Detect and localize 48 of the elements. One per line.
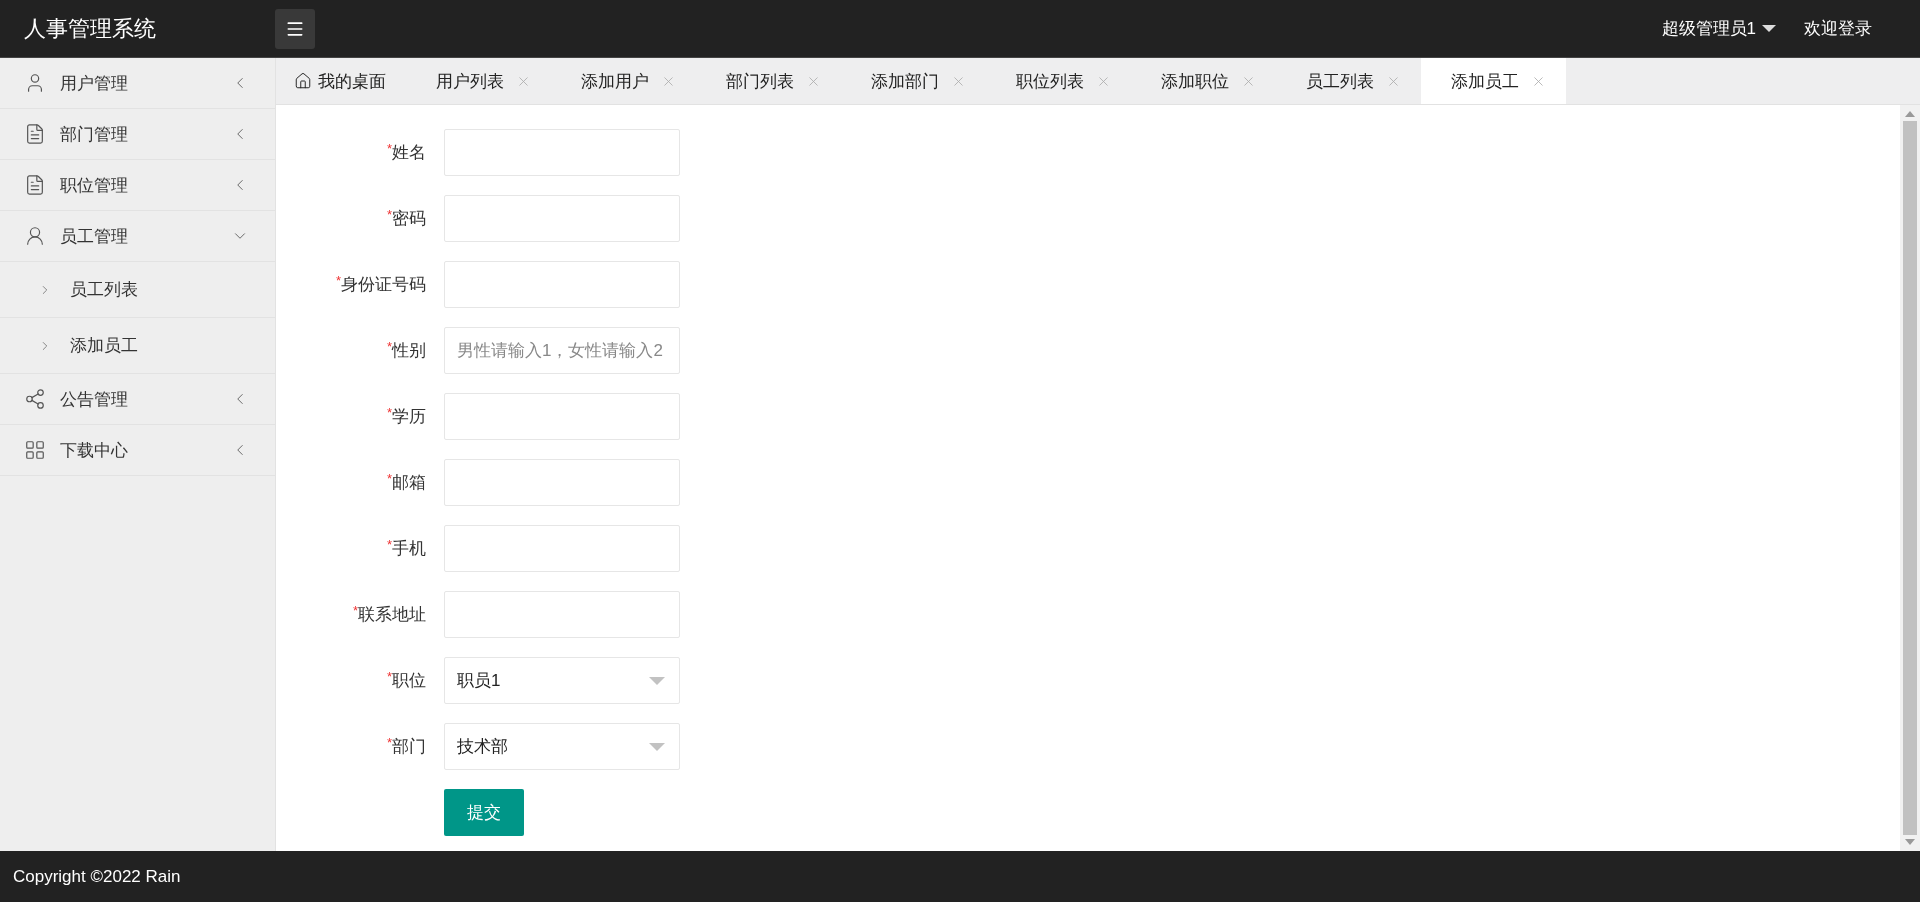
tab[interactable]: 部门列表	[696, 58, 841, 104]
sidebar-item[interactable]: 部门管理	[0, 109, 275, 160]
home-icon	[294, 72, 312, 90]
welcome-link[interactable]: 欢迎登录	[1804, 17, 1872, 40]
caret-icon	[649, 676, 665, 685]
sidebar-subitem[interactable]: 添加员工	[0, 318, 275, 374]
app-title: 人事管理系统	[24, 15, 156, 41]
footer-text: Copyright ©2022 Rain	[13, 866, 181, 887]
input-field[interactable]	[444, 525, 680, 572]
field-label: *邮箱	[385, 471, 427, 494]
input-field[interactable]: 男性请输入1，女性请输入2	[444, 327, 680, 374]
caret-icon	[649, 742, 665, 751]
tab[interactable]: 职位列表	[986, 58, 1131, 104]
menu-toggle-button[interactable]	[275, 8, 315, 49]
input-field[interactable]	[444, 261, 680, 308]
input-field[interactable]	[444, 459, 680, 506]
submit-button[interactable]: 提交	[444, 789, 524, 836]
tab[interactable]: 用户列表	[406, 58, 551, 104]
tab[interactable]: 添加部门	[841, 58, 986, 104]
sidebar-item[interactable]: 下载中心	[0, 425, 275, 476]
field-label: *姓名	[385, 141, 427, 164]
sidebar-item[interactable]: 员工管理	[0, 211, 275, 262]
sidebar-item[interactable]: 职位管理	[0, 160, 275, 211]
input-field[interactable]	[444, 195, 680, 242]
field-label: *联系地址	[351, 603, 427, 626]
field-label: *密码	[385, 207, 427, 230]
field-label: *性别	[385, 339, 427, 362]
input-field[interactable]	[444, 591, 680, 638]
tab[interactable]: 添加职位	[1131, 58, 1276, 104]
select-field[interactable]: 技术部	[444, 723, 680, 770]
sidebar-item[interactable]: 公告管理	[0, 374, 275, 425]
input-field[interactable]	[444, 129, 680, 176]
field-label: *部门	[385, 735, 427, 758]
tab[interactable]: 我的桌面	[276, 58, 406, 104]
field-label: *身份证号码	[334, 273, 427, 296]
sidebar-subitem[interactable]: 员工列表	[0, 262, 275, 318]
field-label: *手机	[385, 537, 427, 560]
field-label: *学历	[385, 405, 427, 428]
sidebar-item[interactable]: 用户管理	[0, 58, 275, 109]
field-label: *职位	[385, 669, 427, 692]
user-menu[interactable]: 超级管理员1	[1661, 17, 1776, 40]
scrollbar[interactable]	[1900, 105, 1920, 851]
tab[interactable]: 员工列表	[1276, 58, 1421, 104]
tab[interactable]: 添加用户	[551, 58, 696, 104]
caret-icon	[1762, 25, 1776, 32]
input-field[interactable]	[444, 393, 680, 440]
tab[interactable]: 添加员工	[1421, 58, 1566, 104]
select-field[interactable]: 职员1	[444, 657, 680, 704]
